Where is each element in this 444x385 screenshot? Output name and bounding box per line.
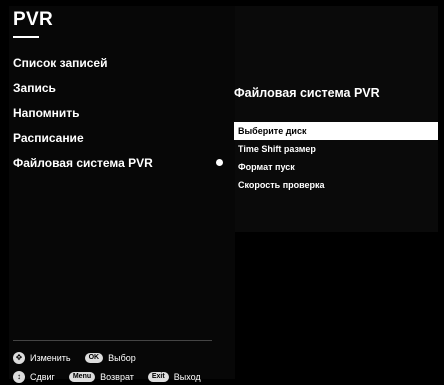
- active-indicator-icon: [216, 159, 223, 166]
- menu-key-icon: Menu: [68, 372, 96, 382]
- main-menu: Список записей Запись Напомнить Расписан…: [13, 50, 223, 175]
- submenu-item-timeshift-size[interactable]: Time Shift размер: [234, 140, 438, 158]
- menu-item-label: Расписание: [13, 130, 84, 145]
- updown-icon: ↕: [13, 371, 25, 383]
- submenu-background: [235, 6, 438, 232]
- menu-item-reminder[interactable]: Напомнить: [13, 100, 223, 125]
- exit-key-icon: Exit: [147, 372, 169, 382]
- menu-item-label: Файловая система PVR: [13, 155, 153, 170]
- hint-exit: Exit Выход: [147, 372, 201, 382]
- menu-item-label: Напомнить: [13, 105, 80, 120]
- hint-label: Возврат: [100, 372, 134, 382]
- submenu-item-label: Формат пуск: [238, 162, 295, 172]
- menu-item-recordings-list[interactable]: Список записей: [13, 50, 223, 75]
- dpad-icon: ✥: [13, 352, 25, 364]
- menu-item-record[interactable]: Запись: [13, 75, 223, 100]
- footer-divider: [13, 340, 212, 341]
- footer-hints-row-1: ✥ Изменить OK Выбор: [13, 352, 150, 364]
- hint-label: Выход: [173, 372, 201, 382]
- hint-label: Сдвиг: [30, 372, 55, 382]
- submenu: Выберите диск Time Shift размер Формат п…: [234, 122, 438, 194]
- menu-item-schedule[interactable]: Расписание: [13, 125, 223, 150]
- ok-key-icon: OK: [84, 353, 104, 363]
- menu-item-pvr-filesystem[interactable]: Файловая система PVR: [13, 150, 223, 175]
- footer-hints-row-2: ↕ Сдвиг Menu Возврат Exit Выход: [13, 371, 215, 383]
- submenu-item-label: Скорость проверка: [238, 180, 325, 190]
- submenu-item-label: Time Shift размер: [238, 144, 316, 154]
- submenu-item-select-disk[interactable]: Выберите диск: [234, 122, 438, 140]
- hint-shift: ↕ Сдвиг: [13, 371, 55, 383]
- submenu-title: Файловая система PVR: [234, 86, 380, 100]
- hint-return: Menu Возврат: [68, 372, 134, 382]
- hint-label: Выбор: [108, 353, 136, 363]
- title-underline: [13, 36, 39, 38]
- submenu-item-label: Выберите диск: [238, 126, 307, 136]
- hint-select: OK Выбор: [84, 353, 136, 363]
- menu-item-label: Запись: [13, 80, 56, 95]
- menu-item-label: Список записей: [13, 55, 108, 70]
- hint-label: Изменить: [30, 353, 71, 363]
- page-title: PVR: [13, 9, 53, 30]
- hint-change: ✥ Изменить: [13, 352, 71, 364]
- submenu-item-format-start[interactable]: Формат пуск: [234, 158, 438, 176]
- submenu-item-speed-check[interactable]: Скорость проверка: [234, 176, 438, 194]
